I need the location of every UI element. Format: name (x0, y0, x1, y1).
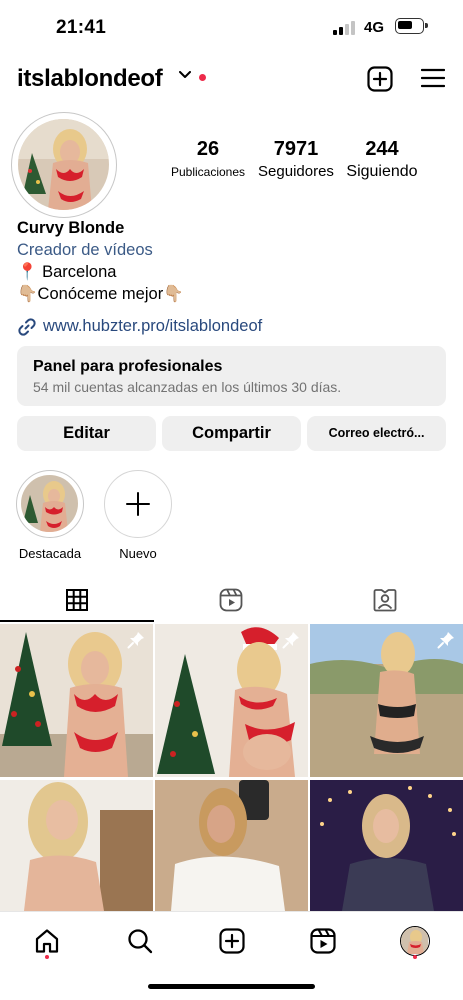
grid-post[interactable] (155, 624, 308, 777)
highlight-new[interactable]: Nuevo (103, 470, 173, 561)
bio-link-text: www.hubzter.pro/itslablondeof (43, 317, 263, 335)
profile-tabs (0, 578, 463, 622)
highlight-label: Nuevo (119, 546, 157, 561)
signal-icon (333, 21, 355, 35)
notification-dot (199, 74, 206, 81)
status-bar: 21:41 4G (0, 0, 463, 54)
nav-notification-dot (413, 955, 417, 959)
reels-icon (310, 928, 336, 954)
share-profile-button[interactable]: Compartir (162, 416, 301, 451)
nav-notification-dot (45, 955, 49, 959)
nav-home[interactable] (32, 926, 62, 956)
home-icon (35, 929, 59, 953)
highlight-label: Destacada (18, 546, 82, 561)
bio-name: Curvy Blonde (17, 219, 125, 237)
active-tab-indicator (0, 620, 154, 622)
profile-avatar (400, 926, 430, 956)
grid-post[interactable] (0, 780, 153, 911)
profile-header: itslablondeof (0, 58, 463, 102)
home-indicator (148, 984, 315, 989)
chevron-down-icon[interactable] (179, 71, 191, 79)
profile-avatar (18, 119, 109, 210)
grid-post[interactable] (0, 624, 153, 777)
grid-post[interactable] (155, 780, 308, 911)
pin-icon (282, 632, 299, 649)
stat-followers[interactable]: 7971 Seguidores (255, 138, 337, 181)
new-highlight-ring (104, 470, 172, 538)
stat-label: Publicaciones (170, 165, 246, 179)
tagged-icon (373, 589, 397, 612)
plus-icon (126, 492, 150, 516)
battery-icon (395, 18, 428, 34)
pin-icon (127, 632, 144, 649)
highlight-cover (21, 475, 78, 532)
bio-location: 📍 Barcelona (17, 263, 117, 281)
create-icon (219, 928, 245, 954)
new-post-icon[interactable] (367, 66, 393, 92)
tab-grid[interactable] (0, 578, 154, 622)
status-time: 21:41 (56, 17, 107, 38)
network-type: 4G (364, 19, 385, 36)
highlight-ring (16, 470, 84, 538)
profile-avatar-ring[interactable] (11, 112, 117, 218)
post-grid (0, 624, 463, 911)
bio-link[interactable]: www.hubzter.pro/itslablondeof (17, 316, 262, 337)
nav-reels[interactable] (308, 926, 338, 956)
professional-dashboard[interactable]: Panel para profesionales 54 mil cuentas … (17, 346, 446, 406)
username[interactable]: itslablondeof (17, 65, 163, 93)
highlight-featured[interactable]: Destacada (15, 470, 85, 561)
stat-label: Seguidores (258, 163, 334, 180)
dashboard-subtitle: 54 mil cuentas alcanzadas en los últimos… (33, 379, 342, 395)
pointing-hand-icon: 👇🏼 (163, 285, 184, 303)
bio-category: Creador de vídeos (17, 241, 153, 259)
stat-posts[interactable]: 26 Publicaciones (168, 138, 248, 181)
tab-tagged[interactable] (308, 578, 462, 622)
stat-value: 26 (196, 138, 220, 160)
menu-icon[interactable] (421, 68, 445, 88)
tab-reels[interactable] (154, 578, 308, 622)
dashboard-title: Panel para profesionales (33, 358, 223, 375)
grid-icon (66, 589, 88, 611)
reels-icon (219, 588, 243, 612)
nav-profile[interactable] (400, 926, 430, 956)
bio-line-text: Conóceme mejor (37, 285, 164, 303)
nav-search[interactable] (125, 926, 155, 956)
edit-profile-button[interactable]: Editar (17, 416, 156, 451)
email-button[interactable]: Correo electró... (307, 416, 446, 451)
stat-value: 244 (365, 138, 399, 160)
bio-line: 👇🏼Conóceme mejor👇🏼 (17, 284, 184, 305)
search-icon (128, 929, 153, 954)
pin-icon (437, 632, 454, 649)
stat-label: Siguiendo (346, 163, 418, 180)
pointing-hand-icon: 👇🏼 (17, 285, 38, 303)
stat-following[interactable]: 244 Siguiendo (342, 138, 422, 181)
grid-post[interactable] (310, 780, 463, 911)
grid-post[interactable] (310, 624, 463, 777)
stat-value: 7971 (273, 138, 319, 160)
nav-create[interactable] (217, 926, 247, 956)
link-icon (18, 317, 36, 336)
